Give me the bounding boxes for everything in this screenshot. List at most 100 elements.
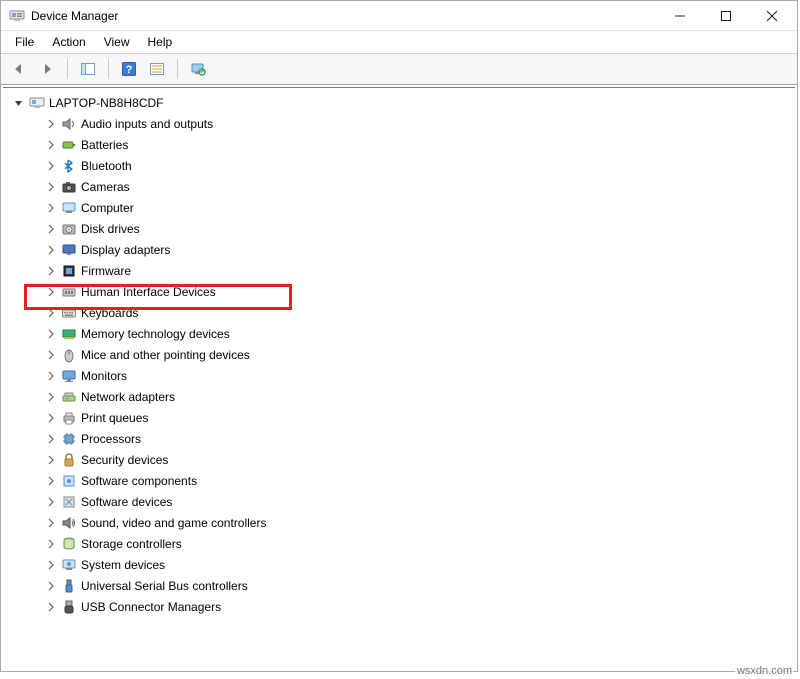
close-button[interactable] (749, 1, 795, 31)
system-icon (61, 557, 77, 573)
expander-icon[interactable] (45, 433, 57, 445)
expander-icon[interactable] (45, 559, 57, 571)
help-button[interactable]: ? (117, 57, 141, 81)
security-icon (61, 452, 77, 468)
menu-view[interactable]: View (96, 33, 138, 51)
menubar: File Action View Help (1, 31, 797, 53)
tree-item[interactable]: Software devices (45, 491, 795, 512)
tree-item[interactable]: Monitors (45, 365, 795, 386)
expander-icon[interactable] (45, 496, 57, 508)
tree-item[interactable]: Disk drives (45, 218, 795, 239)
menu-file[interactable]: File (7, 33, 42, 51)
tree-item[interactable]: Memory technology devices (45, 323, 795, 344)
forward-button[interactable] (35, 57, 59, 81)
window-frame: Device Manager File Action View Help (0, 0, 798, 672)
tree-item-label: Batteries (81, 138, 128, 152)
watermark: wsxdn.com (735, 665, 794, 677)
mouse-icon (61, 347, 77, 363)
expander-icon[interactable] (45, 118, 57, 130)
tree-item[interactable]: Sound, video and game controllers (45, 512, 795, 533)
tree-item[interactable]: Processors (45, 428, 795, 449)
expander-icon[interactable] (45, 475, 57, 487)
scan-hardware-button[interactable] (186, 57, 210, 81)
memory-icon (61, 326, 77, 342)
tree-item[interactable]: Software components (45, 470, 795, 491)
expander-icon[interactable] (45, 244, 57, 256)
expander-icon[interactable] (13, 97, 25, 109)
network-icon (61, 389, 77, 405)
tree-item-label: Audio inputs and outputs (81, 117, 213, 131)
expander-icon[interactable] (45, 391, 57, 403)
expander-icon[interactable] (45, 307, 57, 319)
tree-item[interactable]: Human Interface Devices (45, 281, 795, 302)
tree-item-label: Software devices (81, 495, 172, 509)
tree-item[interactable]: Bluetooth (45, 155, 795, 176)
tree-item-label: Bluetooth (81, 159, 132, 173)
expander-icon[interactable] (45, 286, 57, 298)
show-hide-tree-button[interactable] (76, 57, 100, 81)
expander-icon[interactable] (45, 517, 57, 529)
tree-item[interactable]: Network adapters (45, 386, 795, 407)
expander-icon[interactable] (45, 328, 57, 340)
toolbar: ? (1, 54, 797, 84)
tree-item[interactable]: Storage controllers (45, 533, 795, 554)
expander-icon[interactable] (45, 223, 57, 235)
expander-icon[interactable] (45, 202, 57, 214)
sound-icon (61, 515, 77, 531)
titlebar[interactable]: Device Manager (1, 1, 797, 31)
tree-root-label: LAPTOP-NB8H8CDF (49, 96, 163, 110)
expander-icon[interactable] (45, 601, 57, 613)
expander-icon[interactable] (45, 538, 57, 550)
menu-help[interactable]: Help (140, 33, 181, 51)
tree-item-label: USB Connector Managers (81, 600, 221, 614)
tree-item[interactable]: Display adapters (45, 239, 795, 260)
tree-item[interactable]: Cameras (45, 176, 795, 197)
window-title: Device Manager (31, 9, 118, 23)
maximize-button[interactable] (703, 1, 749, 31)
properties-button[interactable] (145, 57, 169, 81)
firmware-icon (61, 263, 77, 279)
hid-icon (61, 284, 77, 300)
expander-icon[interactable] (45, 139, 57, 151)
minimize-button[interactable] (657, 1, 703, 31)
expander-icon[interactable] (45, 349, 57, 361)
usb-connector-icon (61, 599, 77, 615)
expander-icon[interactable] (45, 454, 57, 466)
expander-icon[interactable] (45, 265, 57, 277)
menu-action[interactable]: Action (44, 33, 93, 51)
bluetooth-icon (61, 158, 77, 174)
cpu-icon (61, 431, 77, 447)
tree-item[interactable]: Computer (45, 197, 795, 218)
monitor-icon (61, 368, 77, 384)
software-dev-icon (61, 494, 77, 510)
expander-icon[interactable] (45, 160, 57, 172)
svg-text:?: ? (126, 64, 133, 76)
keyboard-icon (61, 305, 77, 321)
tree-item[interactable]: System devices (45, 554, 795, 575)
tree-item-label: Security devices (81, 453, 168, 467)
tree-item[interactable]: Mice and other pointing devices (45, 344, 795, 365)
tree-item[interactable]: Security devices (45, 449, 795, 470)
display-icon (61, 242, 77, 258)
expander-icon[interactable] (45, 370, 57, 382)
computer-root-icon (29, 95, 45, 111)
tree-item[interactable]: Firmware (45, 260, 795, 281)
tree-view[interactable]: LAPTOP-NB8H8CDF Audio inputs and outputs B… (3, 87, 795, 669)
tree-item-label: Software components (81, 474, 197, 488)
tree-item[interactable]: USB Connector Managers (45, 596, 795, 617)
tree-item[interactable]: Batteries (45, 134, 795, 155)
tree-item-label: Monitors (81, 369, 127, 383)
expander-icon[interactable] (45, 181, 57, 193)
camera-icon (61, 179, 77, 195)
tree-item-label: Firmware (81, 264, 131, 278)
computer-icon (61, 200, 77, 216)
expander-icon[interactable] (45, 412, 57, 424)
tree-root-node[interactable]: LAPTOP-NB8H8CDF (13, 92, 795, 113)
expander-icon[interactable] (45, 580, 57, 592)
tree-item[interactable]: Universal Serial Bus controllers (45, 575, 795, 596)
tree-item[interactable]: Keyboards (45, 302, 795, 323)
back-button[interactable] (7, 57, 31, 81)
speaker-icon (61, 116, 77, 132)
tree-item[interactable]: Print queues (45, 407, 795, 428)
tree-item[interactable]: Audio inputs and outputs (45, 113, 795, 134)
